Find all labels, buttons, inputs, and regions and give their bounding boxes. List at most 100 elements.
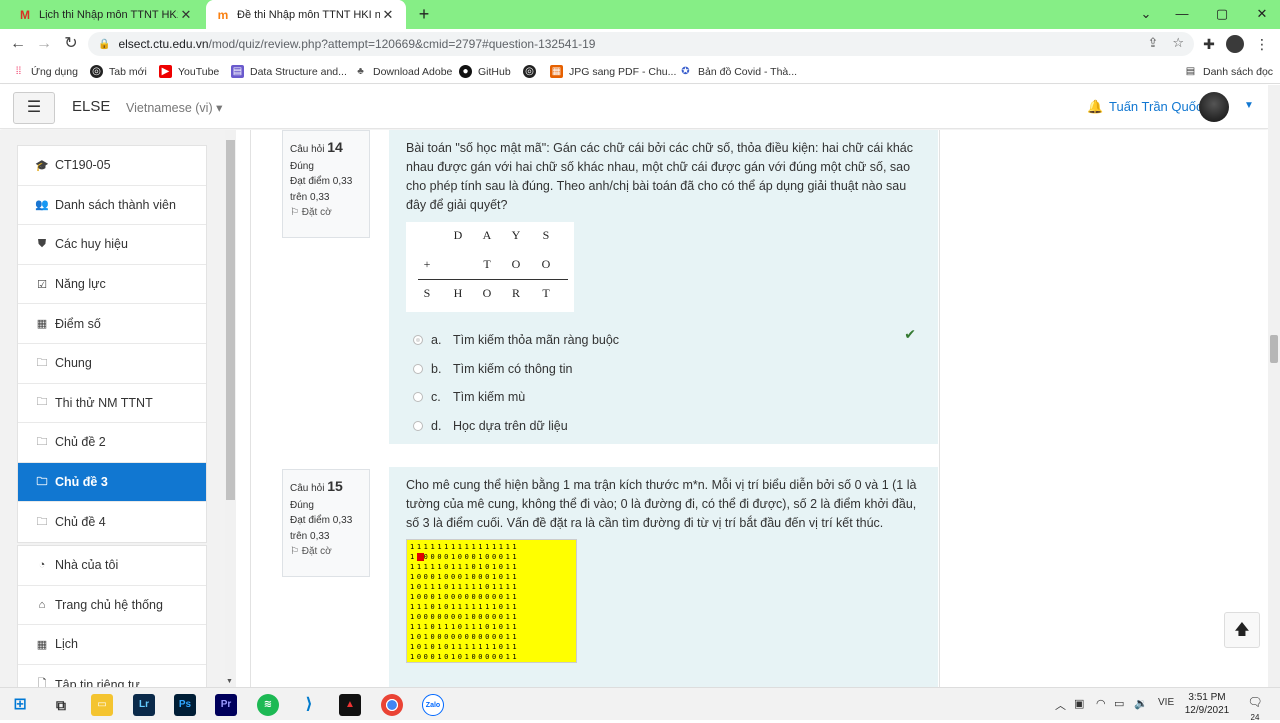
sidebar-item[interactable]: ▦ Điểm số bbox=[18, 304, 206, 344]
sidebar-item[interactable]: ⌂ Trang chủ hệ thống bbox=[18, 586, 206, 626]
answer-option-c[interactable]: c. Tìm kiếm mù bbox=[406, 383, 922, 412]
bookmark-globe[interactable]: ◎ bbox=[523, 63, 542, 80]
reading-list[interactable]: ▤ Danh sách đọc bbox=[1184, 63, 1273, 80]
close-tab-icon[interactable]: ✕ bbox=[178, 7, 194, 23]
back-to-top-button[interactable]: 🡅 bbox=[1224, 612, 1260, 648]
folder-icon: 🗀 bbox=[36, 356, 48, 369]
windows-start-icon[interactable]: ⊞ bbox=[9, 694, 31, 716]
menu-toggle-button[interactable]: ☰ bbox=[13, 92, 55, 124]
vscode-icon[interactable]: ⟩ bbox=[298, 694, 320, 716]
sidebar-item[interactable]: 🗀 Chung bbox=[18, 344, 206, 384]
spotify-icon[interactable]: ≋ bbox=[257, 694, 279, 716]
tab-search-icon[interactable]: ⌄ bbox=[1128, 0, 1164, 29]
flag-question-button[interactable]: ⚐ Đặt cờ bbox=[290, 544, 362, 560]
answer-option-b[interactable]: b. Tìm kiếm có thông tin bbox=[406, 355, 922, 384]
new-tab-button[interactable]: + bbox=[414, 4, 434, 24]
answer-radio[interactable] bbox=[413, 392, 423, 403]
avatar[interactable] bbox=[1199, 92, 1229, 122]
puzzle-letter: O bbox=[541, 257, 551, 271]
bookmark-star-icon[interactable]: ☆ bbox=[1172, 35, 1184, 51]
sidebar-item[interactable]: 🗀 Thi thử NM TTNT bbox=[18, 384, 206, 424]
answer-radio[interactable] bbox=[413, 420, 423, 431]
answer-radio[interactable] bbox=[413, 363, 423, 374]
sidebar-item[interactable]: ☑ Năng lực bbox=[18, 265, 206, 305]
more-menu-icon[interactable]: ⋮ bbox=[1252, 34, 1272, 54]
premiere-icon[interactable]: Pr bbox=[215, 694, 237, 716]
photoshop-icon[interactable]: Ps bbox=[174, 694, 196, 716]
sidebar-item[interactable]: ⛊ Các huy hiệu bbox=[18, 225, 206, 265]
tray-chevron-up-icon[interactable]: ︿ bbox=[1055, 697, 1066, 713]
page-scrollbar-thumb[interactable] bbox=[1270, 335, 1278, 363]
user-menu-caret-icon[interactable]: ▼ bbox=[1244, 100, 1254, 111]
bookmark-github[interactable]: ● GitHub bbox=[459, 63, 511, 80]
file-icon: 🗋 bbox=[37, 678, 47, 687]
lightroom-icon[interactable]: Lr bbox=[133, 694, 155, 716]
flag-question-button[interactable]: ⚐ Đặt cờ bbox=[290, 205, 362, 221]
close-window-button[interactable]: ✕ bbox=[1244, 0, 1280, 29]
nav-drawer: 🎓 CT190-05 👥 Danh sách thành viên ⛊ Các huy h… bbox=[0, 130, 236, 687]
browser-tab-exam[interactable]: m Đề thi Nhập môn TTNT HKI năm ✕ bbox=[206, 0, 406, 29]
answer-option-d[interactable]: d. Học dựa trên dữ liệu bbox=[406, 412, 922, 441]
sidebar-item[interactable]: ◔ Nhà của tôi bbox=[18, 546, 206, 586]
bookmark-apps[interactable]: ⁞⁞ Ứng dụng bbox=[12, 63, 78, 80]
page-scrollbar[interactable] bbox=[1268, 85, 1280, 687]
notification-center-button[interactable]: 🗨24 bbox=[1244, 695, 1266, 722]
sidebar-item[interactable]: 🗀 Chủ đề 2 bbox=[18, 423, 206, 463]
puzzle-letter: S bbox=[542, 228, 550, 242]
profile-avatar[interactable] bbox=[1226, 35, 1244, 53]
site-brand[interactable]: ELSE bbox=[72, 98, 110, 115]
answer-radio[interactable] bbox=[413, 335, 423, 346]
sidebar-item[interactable]: 🗀 Chủ đề 3 bbox=[18, 462, 206, 503]
bookmark-covid-map[interactable]: ✪ Bản đồ Covid - Thà... bbox=[679, 63, 797, 80]
sidebar-item[interactable]: 👥 Danh sách thành viên bbox=[18, 186, 206, 226]
minimize-button[interactable]: — bbox=[1164, 0, 1200, 29]
file-explorer-icon[interactable]: ▭ bbox=[91, 694, 113, 716]
reload-button[interactable]: ↻ bbox=[61, 34, 81, 54]
bookmark-youtube[interactable]: ▶ YouTube bbox=[159, 63, 219, 80]
tab-title: Lịch thi Nhập môn TTNT HK1 202 bbox=[39, 8, 178, 21]
bookmark-adobe[interactable]: ♣ Download Adobe bbox=[354, 63, 452, 80]
answer-option-a[interactable]: a. Tìm kiếm thỏa mãn ràng buộc bbox=[406, 326, 922, 355]
drawer-scrollbar-thumb[interactable] bbox=[226, 140, 235, 500]
tab-title: Đề thi Nhập môn TTNT HKI năm bbox=[237, 8, 380, 21]
reading-list-icon: ▤ bbox=[1185, 66, 1196, 77]
volume-icon[interactable]: 🔉 bbox=[1134, 697, 1148, 710]
chrome-icon[interactable] bbox=[381, 694, 403, 716]
github-icon: ● bbox=[459, 65, 472, 78]
users-icon: 👥 bbox=[35, 199, 49, 212]
close-tab-icon[interactable]: ✕ bbox=[380, 7, 396, 23]
drawer-scrollbar[interactable]: ▼ bbox=[225, 130, 236, 687]
correct-check-icon: ✔ bbox=[904, 326, 916, 342]
language-menu[interactable]: Vietnamese (vi) ▾ bbox=[126, 100, 222, 115]
sidebar-item[interactable]: 🎓 CT190-05 bbox=[18, 146, 206, 186]
back-button[interactable]: ← bbox=[8, 34, 28, 54]
bookmark-data-structure[interactable]: ▤ Data Structure and... bbox=[231, 63, 347, 80]
sidebar-item[interactable]: 🗋 Tập tin riêng tư bbox=[18, 665, 206, 687]
sidebar-item[interactable]: ▦ Lịch bbox=[18, 625, 206, 665]
user-name[interactable]: Tuấn Trần Quốc bbox=[1109, 99, 1202, 114]
site-nav-group: ◔ Nhà của tôi ⌂ Trang chủ hệ thống ▦ Lịch 🗋 Tập… bbox=[17, 545, 207, 687]
share-icon[interactable]: ⇪ bbox=[1147, 35, 1158, 51]
forward-button[interactable]: → bbox=[34, 34, 54, 54]
wifi-icon[interactable]: ◠ bbox=[1096, 697, 1106, 710]
game-app-icon[interactable]: ▲ bbox=[339, 694, 361, 716]
extensions-icon[interactable]: ✚ bbox=[1199, 34, 1219, 54]
task-view-icon[interactable]: ⧉ bbox=[50, 694, 72, 716]
clock-date: 12/9/2021 bbox=[1184, 705, 1230, 716]
maximize-button[interactable]: ▢ bbox=[1204, 0, 1240, 29]
zalo-icon[interactable]: Zalo bbox=[422, 694, 444, 716]
arrow-up-icon: 🡅 bbox=[1234, 621, 1250, 638]
system-clock[interactable]: 3:51 PM 12/9/2021 bbox=[1180, 691, 1234, 717]
address-bar[interactable]: 🔒 elsect.ctu.edu.vn/mod/quiz/review.php?… bbox=[88, 32, 1194, 56]
scroll-down-icon[interactable]: ▼ bbox=[226, 678, 233, 685]
battery-icon[interactable]: ▭ bbox=[1114, 697, 1124, 710]
dashboard-icon: ◔ bbox=[38, 559, 46, 572]
tray-device-icon[interactable]: ▣ bbox=[1074, 697, 1084, 710]
bookmark-jpg-pdf[interactable]: ▦ JPG sang PDF - Chu... bbox=[550, 63, 676, 80]
bookmark-new-tab[interactable]: ◎ Tab mới bbox=[90, 63, 147, 80]
input-language[interactable]: VIE bbox=[1158, 697, 1174, 708]
youtube-icon: ▶ bbox=[159, 65, 172, 78]
browser-tab-schedule[interactable]: M Lịch thi Nhập môn TTNT HK1 202 ✕ bbox=[8, 0, 204, 29]
notification-bell-icon[interactable]: 🔔 bbox=[1087, 99, 1103, 115]
sidebar-item[interactable]: 🗀 Chủ đề 4 bbox=[18, 502, 206, 542]
